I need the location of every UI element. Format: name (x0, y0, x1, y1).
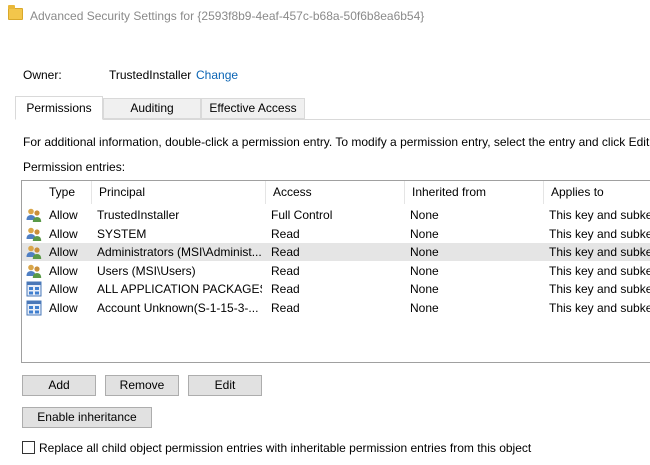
cell-inherited-from: None (410, 208, 439, 222)
cell-access: Full Control (271, 208, 333, 222)
cell-principal: Users (MSI\Users) (97, 263, 196, 278)
info-text: For additional information, double-click… (23, 135, 650, 149)
column-header-principal[interactable]: Principal (92, 181, 266, 204)
cell-applies-to: This key and subkey (549, 301, 650, 315)
column-header-applies-to[interactable]: Applies to (544, 181, 650, 204)
owner-label: Owner: (23, 68, 62, 82)
cell-inherited-from: None (410, 301, 439, 315)
tab-effective-access[interactable]: Effective Access (201, 98, 305, 119)
cell-applies-to: This key and subkey (549, 245, 650, 260)
tab-divider (15, 119, 650, 120)
cell-principal: Administrators (MSI\Administ... (97, 245, 262, 260)
list-header: Type Principal Access Inherited from App… (22, 181, 650, 204)
cell-access: Read (271, 301, 300, 315)
cell-inherited-from: None (410, 245, 439, 260)
table-row[interactable]: Allow Account Unknown(S-1-15-3-... Read Non… (22, 299, 650, 317)
enable-inheritance-button[interactable]: Enable inheritance (22, 407, 152, 428)
remove-button[interactable]: Remove (105, 375, 179, 396)
folder-icon (8, 5, 23, 20)
cell-access: Read (271, 226, 300, 241)
title-bar: Advanced Security Settings for {2593f8b9… (0, 0, 650, 32)
cell-applies-to: This key and subkey (549, 263, 650, 278)
cell-applies-to: This key and subkey (549, 208, 650, 222)
change-owner-link[interactable]: Change (196, 68, 238, 82)
cell-type: Allow (49, 245, 78, 260)
cell-type: Allow (49, 226, 78, 241)
table-row[interactable]: Allow TrustedInstaller Full Control None Thi… (22, 206, 650, 224)
tab-permissions[interactable]: Permissions (15, 96, 103, 120)
app-packages-icon (26, 300, 42, 316)
cell-inherited-from: None (410, 226, 439, 241)
cell-principal: SYSTEM (97, 226, 147, 241)
table-row[interactable]: Allow Users (MSI\Users) Read None This key a… (22, 262, 650, 280)
cell-applies-to: This key and subkey (549, 226, 650, 241)
add-button[interactable]: Add (22, 375, 96, 396)
cell-access: Read (271, 245, 300, 260)
replace-child-entries-label: Replace all child object permission entr… (39, 441, 532, 455)
tab-auditing[interactable]: Auditing (103, 98, 201, 119)
table-row[interactable]: Allow ALL APPLICATION PACKAGES Read None Thi… (22, 280, 650, 298)
cell-type: Allow (49, 301, 78, 315)
column-header-type[interactable]: Type (42, 181, 92, 204)
cell-access: Read (271, 282, 300, 297)
cell-principal: TrustedInstaller (97, 208, 180, 222)
replace-child-entries-checkbox[interactable] (22, 441, 35, 454)
cell-applies-to: This key and subkey (549, 282, 650, 297)
column-header-inherited-from[interactable]: Inherited from (405, 181, 544, 204)
cell-principal: Account Unknown(S-1-15-3-... (97, 301, 259, 315)
cell-inherited-from: None (410, 282, 439, 297)
cell-inherited-from: None (410, 263, 439, 278)
users-icon (26, 207, 42, 223)
owner-value: TrustedInstaller (109, 68, 192, 82)
cell-access: Read (271, 263, 300, 278)
permission-entries-label: Permission entries: (23, 160, 126, 174)
cell-type: Allow (49, 263, 78, 278)
cell-type: Allow (49, 282, 78, 297)
edit-button[interactable]: Edit (188, 375, 262, 396)
users-icon (26, 244, 42, 260)
app-packages-icon (26, 281, 42, 297)
users-icon (26, 226, 42, 242)
cell-type: Allow (49, 208, 78, 222)
column-header-access[interactable]: Access (266, 181, 405, 204)
table-row[interactable]: Allow SYSTEM Read None This key and subkey (22, 225, 650, 243)
users-icon (26, 263, 42, 279)
permission-entries-list[interactable]: Type Principal Access Inherited from App… (21, 180, 650, 363)
window-title: Advanced Security Settings for {2593f8b9… (30, 9, 425, 23)
table-row[interactable]: Allow Administrators (MSI\Administ... Read… (22, 243, 650, 262)
cell-principal: ALL APPLICATION PACKAGES (97, 282, 262, 297)
